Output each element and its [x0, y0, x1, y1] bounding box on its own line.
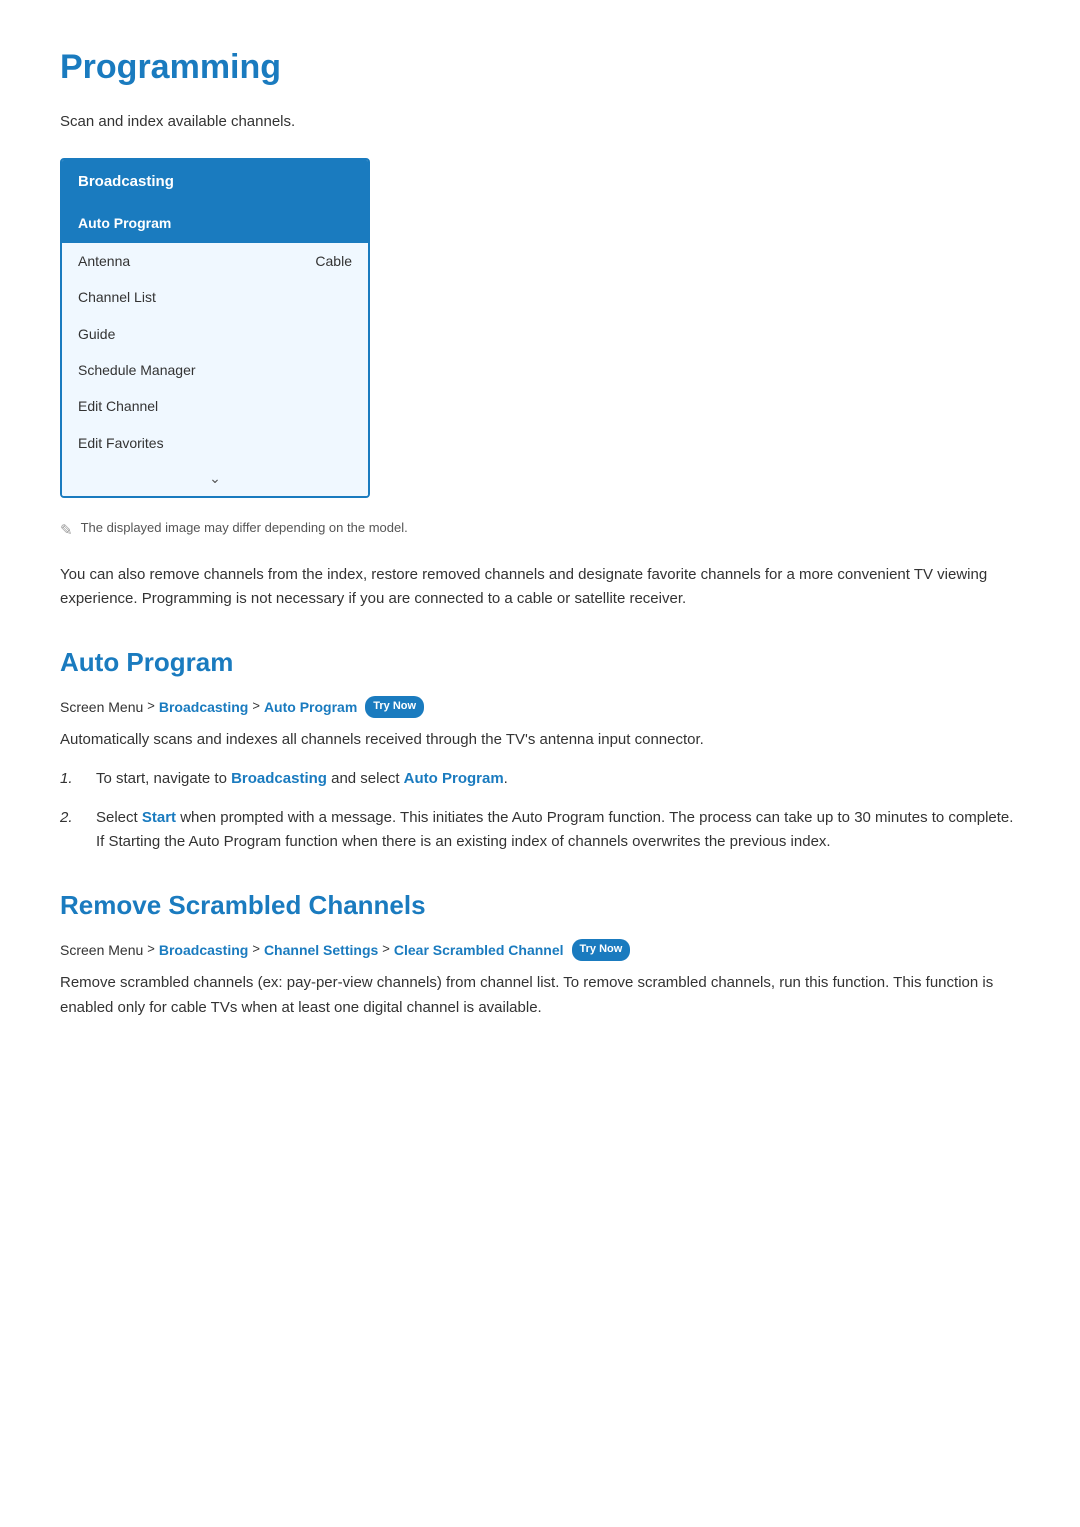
breadcrumb-screen-menu-2: Screen Menu	[60, 939, 143, 961]
step-1-broadcasting-link[interactable]: Broadcasting	[231, 770, 327, 787]
tv-menu-item-label: Antenna	[78, 250, 130, 272]
auto-program-desc: Automatically scans and indexes all chan…	[60, 728, 1020, 753]
pencil-icon: ✎	[60, 519, 73, 543]
tv-menu-item-channel-list[interactable]: Channel List	[62, 279, 368, 315]
remove-scrambled-breadcrumb: Screen Menu > Broadcasting > Channel Set…	[60, 939, 1020, 961]
intro-text: Scan and index available channels.	[60, 110, 1020, 134]
breadcrumb-sep-2: >	[252, 696, 260, 717]
step-1-auto-program-link[interactable]: Auto Program	[404, 770, 504, 787]
step-1-num: 1.	[60, 767, 80, 792]
tv-menu-header: Broadcasting	[62, 160, 368, 204]
step-1: 1. To start, navigate to Broadcasting an…	[60, 767, 1020, 792]
tv-menu-item-label: Edit Channel	[78, 395, 158, 417]
tv-menu-item-edit-favorites[interactable]: Edit Favorites	[62, 425, 368, 461]
tv-menu-item-schedule-manager[interactable]: Schedule Manager	[62, 352, 368, 388]
try-now-badge-1[interactable]: Try Now	[365, 696, 424, 718]
body-paragraph: You can also remove channels from the in…	[60, 563, 1020, 613]
auto-program-steps: 1. To start, navigate to Broadcasting an…	[60, 767, 1020, 855]
tv-menu-box: Broadcasting Auto Program Antenna Cable …	[60, 158, 370, 497]
tv-menu-item-label: Edit Favorites	[78, 432, 164, 454]
step-2-num: 2.	[60, 806, 80, 856]
breadcrumb-broadcasting-1[interactable]: Broadcasting	[159, 696, 248, 718]
remove-scrambled-desc: Remove scrambled channels (ex: pay-per-v…	[60, 971, 1020, 1021]
step-1-text: To start, navigate to Broadcasting and s…	[96, 767, 1020, 792]
step-2-start-link[interactable]: Start	[142, 809, 176, 826]
breadcrumb-clear-scrambled-channel[interactable]: Clear Scrambled Channel	[394, 939, 564, 961]
remove-scrambled-title: Remove Scrambled Channels	[60, 885, 1020, 927]
breadcrumb-channel-settings[interactable]: Channel Settings	[264, 939, 378, 961]
auto-program-title: Auto Program	[60, 642, 1020, 684]
tv-menu-item-antenna[interactable]: Antenna Cable	[62, 243, 368, 279]
tv-menu-footer: ⌄	[62, 461, 368, 495]
note-text: The displayed image may differ depending…	[81, 518, 408, 539]
tv-menu-item-auto-program[interactable]: Auto Program	[62, 204, 368, 242]
tv-menu-item-label: Schedule Manager	[78, 359, 196, 381]
breadcrumb-sep-3: >	[147, 939, 155, 960]
breadcrumb-sep-1: >	[147, 696, 155, 717]
step-2: 2. Select Start when prompted with a mes…	[60, 806, 1020, 856]
tv-menu-item-edit-channel[interactable]: Edit Channel	[62, 388, 368, 424]
page-title: Programming	[60, 40, 1020, 94]
breadcrumb-screen-menu: Screen Menu	[60, 696, 143, 718]
breadcrumb-auto-program[interactable]: Auto Program	[264, 696, 357, 718]
breadcrumb-sep-5: >	[382, 939, 390, 960]
tv-menu-item-value: Cable	[315, 250, 352, 272]
breadcrumb-sep-4: >	[252, 939, 260, 960]
try-now-badge-2[interactable]: Try Now	[572, 939, 631, 961]
tv-menu-item-guide[interactable]: Guide	[62, 316, 368, 352]
step-2-text: Select Start when prompted with a messag…	[96, 806, 1020, 856]
note-row: ✎ The displayed image may differ dependi…	[60, 518, 1020, 543]
auto-program-breadcrumb: Screen Menu > Broadcasting > Auto Progra…	[60, 696, 1020, 718]
breadcrumb-broadcasting-2[interactable]: Broadcasting	[159, 939, 248, 961]
tv-menu-item-label: Guide	[78, 323, 115, 345]
tv-menu-item-label: Channel List	[78, 286, 156, 308]
